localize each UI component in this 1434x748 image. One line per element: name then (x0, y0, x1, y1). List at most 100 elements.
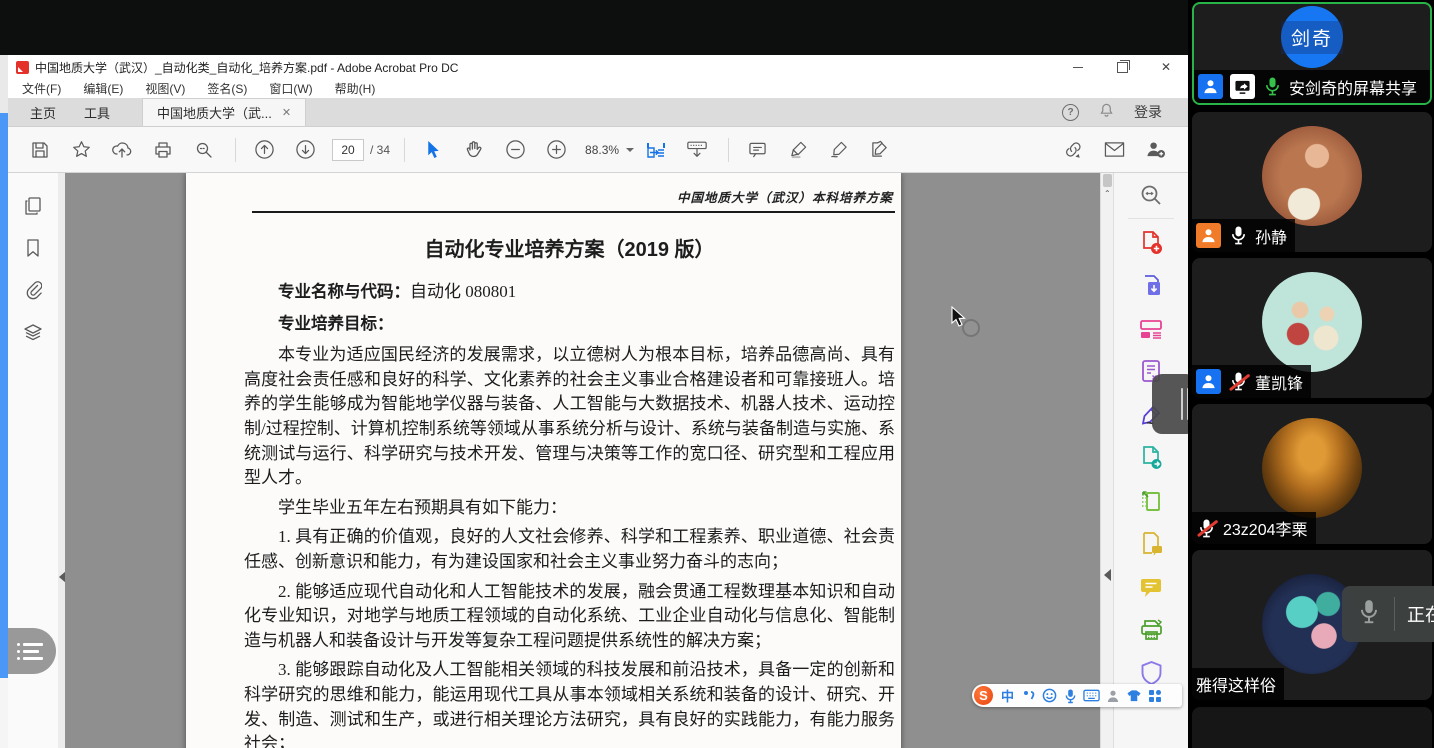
find-text-icon[interactable] (1114, 173, 1188, 216)
attachments-icon[interactable] (8, 269, 58, 311)
collapse-tools-panel-icon[interactable] (1104, 569, 1111, 581)
pdf-paragraph-5: 2. 能够适应现代自动化和人工智能技术的发展，融会贯通工程数理基本知识和自动化专… (244, 580, 895, 654)
export-pdf-icon[interactable] (1114, 264, 1188, 307)
select-pointer-icon[interactable] (419, 136, 447, 164)
main-toolbar: 20 / 34 88.3% (8, 127, 1188, 173)
participant-name: 23z204李栗 (1223, 516, 1308, 540)
chinese-mode-button[interactable]: 中 (997, 685, 1018, 706)
tab-close-icon[interactable]: ✕ (282, 106, 291, 119)
account-icon[interactable] (1102, 685, 1123, 706)
organize-pages-icon[interactable] (1114, 307, 1188, 350)
page-thumbnails-icon[interactable] (8, 185, 58, 227)
menu-item-4[interactable]: 窗口(W) (269, 80, 312, 97)
menu-item-2[interactable]: 视图(V) (145, 80, 185, 97)
keyboard-icon[interactable] (1081, 685, 1102, 706)
page-down-icon[interactable] (291, 136, 319, 164)
doc-comment-icon[interactable] (1114, 522, 1188, 565)
microphone-icon (1228, 225, 1248, 247)
pdf-paragraph-3: 学生毕业五年左右预期具有如下能力： (244, 496, 895, 521)
punctuation-icon[interactable] (1018, 685, 1039, 706)
participant-badge-icon (1196, 369, 1221, 394)
tab-tools[interactable]: 工具 (70, 98, 124, 126)
participant-tile-2[interactable]: 董凯锋 (1192, 258, 1432, 398)
page-up-icon[interactable] (250, 136, 278, 164)
menu-item-3[interactable]: 签名(S) (207, 80, 247, 97)
pdf-title: 自动化专业培养方案（2019 版） (244, 233, 895, 262)
comment-bubble-icon[interactable] (1114, 565, 1188, 608)
acrobat-app-icon (16, 61, 29, 74)
zoom-out-icon[interactable] (501, 136, 529, 164)
participant-name: 雅得这样俗 (1196, 672, 1276, 696)
add-user-icon[interactable] (1141, 136, 1169, 164)
list-icon (17, 639, 43, 664)
menu-item-5[interactable]: 帮助(H) (335, 80, 376, 97)
scrollbar-thumb[interactable] (1103, 174, 1112, 187)
print-production-icon[interactable] (1114, 608, 1188, 651)
close-button[interactable]: ✕ (1144, 55, 1188, 79)
comment-icon[interactable] (743, 136, 771, 164)
workspace: 中国地质大学（武汉）本科培养方案 自动化专业培养方案（2019 版） 专业名称与… (8, 173, 1188, 748)
email-icon[interactable] (1100, 136, 1128, 164)
participant-tile-1[interactable]: 孙静 (1192, 112, 1432, 252)
minimize-button[interactable] (1056, 55, 1100, 79)
pdf-body-text: 专业名称与代码：自动化 080801专业培养目标：本专业为适应国民经济的发展需求… (244, 280, 895, 748)
toolbox-icon[interactable] (1144, 685, 1165, 706)
background-strip (0, 55, 8, 113)
create-pdf-icon[interactable] (1114, 221, 1188, 264)
participant-label: 安剑奇的屏幕共享 (1194, 70, 1430, 103)
participant-tile-5[interactable] (1192, 707, 1432, 748)
page-total-label: / 34 (370, 143, 390, 157)
scroll-up-icon[interactable]: ⌃ (1104, 189, 1111, 198)
zoom-level-select[interactable]: 88.3% (585, 143, 634, 157)
save-icon[interactable] (26, 136, 54, 164)
bookmarks-icon[interactable] (8, 227, 58, 269)
restore-button[interactable] (1100, 55, 1144, 79)
login-button[interactable]: 登录 (1134, 102, 1162, 122)
participant-tile-3[interactable]: 23z204李栗 (1192, 404, 1432, 544)
participant-name: 安剑奇的屏幕共享 (1289, 75, 1417, 99)
pdf-paragraph-1: 专业培养目标： (244, 312, 895, 337)
fill-sign-icon[interactable] (866, 136, 894, 164)
participant-tile-0[interactable]: 剑奇安剑奇的屏幕共享 (1192, 2, 1432, 105)
participant-label: 董凯锋 (1192, 365, 1311, 398)
voice-icon[interactable] (1060, 685, 1081, 706)
hand-icon[interactable] (460, 136, 488, 164)
tab-bar: 主页 工具 中国地质大学（武... ✕ ? 登录 (8, 98, 1188, 127)
speaking-indicator-text: 正在讲 (1407, 601, 1434, 627)
acrobat-window: 中国地质大学（武汉）_自动化类_自动化_培养方案.pdf - Adobe Acr… (8, 55, 1188, 748)
vertical-scrollbar[interactable]: ⌃ (1100, 173, 1113, 748)
send-pdf-icon[interactable] (1114, 436, 1188, 479)
background-window-edge (0, 113, 8, 678)
floating-list-button[interactable] (8, 628, 56, 674)
participant-name: 孙静 (1255, 224, 1287, 248)
presentation-icon[interactable] (683, 136, 711, 164)
search-icon[interactable] (190, 136, 218, 164)
tab-home[interactable]: 主页 (16, 98, 70, 126)
chevron-down-icon (626, 148, 634, 152)
emoji-icon[interactable] (1039, 685, 1060, 706)
menu-item-0[interactable]: 文件(F) (22, 80, 61, 97)
tab-document[interactable]: 中国地质大学（武... ✕ (142, 98, 306, 126)
avatar (1262, 418, 1362, 518)
highlighter-icon[interactable] (784, 136, 812, 164)
ime-toolbar: S 中 (972, 684, 1182, 707)
document-area[interactable]: 中国地质大学（武汉）本科培养方案 自动化专业培养方案（2019 版） 专业名称与… (65, 173, 1100, 748)
fit-width-icon[interactable] (642, 136, 670, 164)
sogou-logo-icon[interactable]: S (974, 686, 993, 705)
skin-icon[interactable] (1123, 685, 1144, 706)
print-icon[interactable] (149, 136, 177, 164)
star-icon[interactable] (67, 136, 95, 164)
sign-pen-icon[interactable] (825, 136, 853, 164)
page-number-input[interactable]: 20 (332, 139, 364, 161)
link-icon[interactable] (1059, 136, 1087, 164)
layers-icon[interactable] (8, 311, 58, 353)
menu-item-1[interactable]: 编辑(E) (83, 80, 123, 97)
zoom-in-icon[interactable] (542, 136, 570, 164)
bell-icon[interactable] (1099, 102, 1114, 123)
participant-badge-icon (1196, 223, 1221, 248)
pdf-page-header: 中国地质大学（武汉）本科培养方案 (244, 187, 895, 206)
share-upload-icon[interactable] (108, 136, 136, 164)
microphone-muted-icon (1196, 517, 1216, 539)
crop-pages-icon[interactable] (1114, 479, 1188, 522)
help-icon[interactable]: ? (1062, 104, 1079, 121)
